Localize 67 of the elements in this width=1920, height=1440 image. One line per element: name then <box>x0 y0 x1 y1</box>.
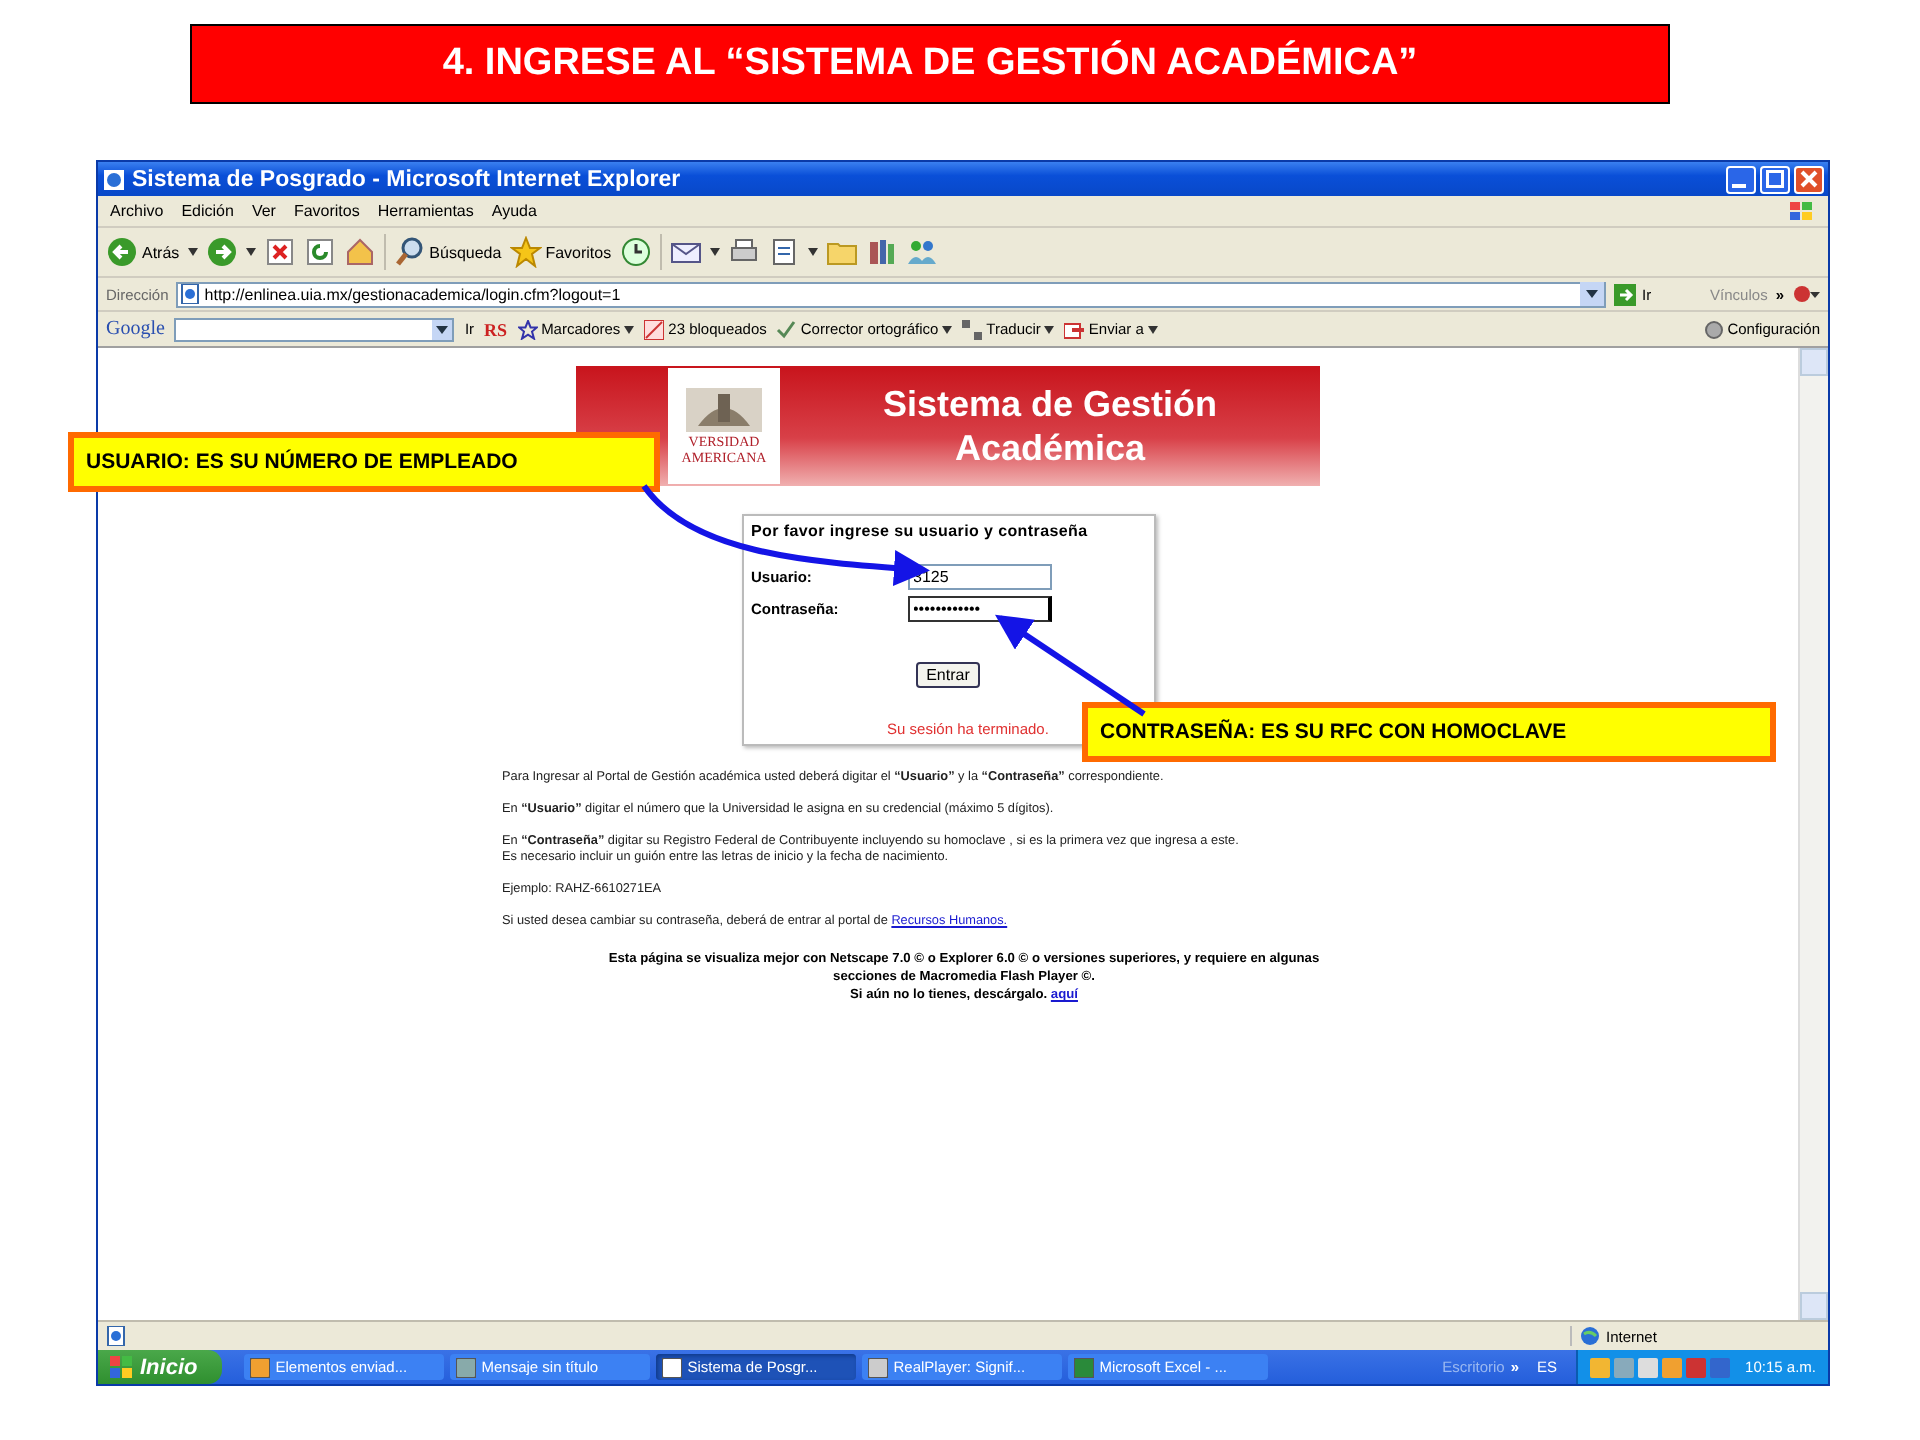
callout: USUARIO: ES SU NÚMERO DE EMPLEADO <box>68 432 660 492</box>
check-icon <box>776 319 797 339</box>
banner-title: Académica <box>954 426 1146 470</box>
address-field[interactable]: http://enlinea.uia.mx/gestionacademica/login.cfm?logout=1 <box>176 281 1607 307</box>
magnifier-icon <box>393 236 426 268</box>
windows-flag-icon <box>1788 199 1816 223</box>
dropdown-arrow-icon[interactable] <box>187 248 198 256</box>
windows-flag-icon <box>110 1356 134 1378</box>
google-logo: Google <box>106 318 165 340</box>
people-icon[interactable] <box>905 236 938 268</box>
menu-item[interactable]: Herramientas <box>377 202 474 220</box>
app-icon <box>249 1357 270 1377</box>
tray-icon[interactable] <box>1637 1357 1658 1377</box>
close-button[interactable] <box>1794 165 1824 193</box>
minimize-button[interactable] <box>1726 165 1756 193</box>
toolbar-icon[interactable] <box>1792 284 1820 304</box>
back-icon <box>106 236 138 268</box>
dropdown-arrow-icon <box>624 325 635 333</box>
search-field[interactable] <box>174 317 455 341</box>
menu-item[interactable]: Archivo <box>110 202 164 220</box>
globe-icon <box>1580 1326 1600 1346</box>
start-button[interactable]: Inicio <box>98 1350 222 1384</box>
document-icon[interactable] <box>767 236 800 268</box>
star-icon <box>517 319 538 339</box>
app-icon <box>455 1357 476 1377</box>
books-icon[interactable] <box>865 236 898 268</box>
home-icon[interactable] <box>343 236 376 268</box>
banner-title: Sistema de Gestión <box>882 382 1218 426</box>
minimize-icon <box>1732 183 1746 187</box>
toolbar-button[interactable]: RS <box>484 319 508 339</box>
back-button[interactable]: Atrás <box>106 236 180 268</box>
favorites-button[interactable]: Favoritos <box>509 236 612 268</box>
blocked-icon <box>644 319 665 339</box>
maximize-button[interactable] <box>1760 165 1790 193</box>
app-icon <box>661 1357 682 1377</box>
maximize-icon <box>1766 170 1784 188</box>
menu-item[interactable]: Edición <box>181 202 234 220</box>
dropdown-arrow-icon[interactable] <box>709 248 720 256</box>
dropdown-arrow-icon[interactable] <box>245 248 256 256</box>
dropdown-arrow-icon <box>1147 325 1158 333</box>
star-icon <box>509 236 542 268</box>
send-icon <box>1064 319 1085 339</box>
password-field[interactable]: •••••••••••• <box>907 596 1051 622</box>
slide-title: 4. INGRESE AL “SISTEMA DE GESTIÓN ACADÉMICA” <box>190 24 1670 104</box>
browser-icon <box>102 167 126 191</box>
app-icon <box>1073 1357 1094 1377</box>
submit-button[interactable]: Entrar <box>916 662 980 688</box>
page-icon <box>106 1326 126 1346</box>
callout: CONTRASEÑA: ES SU RFC CON HOMOCLAVE <box>1082 702 1776 762</box>
stop-icon[interactable] <box>263 236 296 268</box>
go-arrow-icon <box>1614 283 1637 305</box>
page-icon <box>180 284 201 304</box>
close-icon <box>1800 170 1818 188</box>
dropdown-arrow-icon <box>1044 325 1055 333</box>
dropdown-arrow-icon <box>942 325 953 333</box>
clock-icon[interactable] <box>619 236 652 268</box>
menu-item[interactable]: Ver <box>251 202 276 220</box>
menu-item[interactable]: Favoritos <box>293 202 360 220</box>
refresh-icon[interactable] <box>303 236 336 268</box>
forward-icon[interactable] <box>205 236 238 268</box>
dropdown-arrow-icon[interactable] <box>807 248 818 256</box>
search-button[interactable]: Búsqueda <box>393 236 502 268</box>
menu-item[interactable]: Ayuda <box>491 202 537 220</box>
login-heading: Por favor ingrese su usuario y contraseña <box>751 522 1090 540</box>
app-icon <box>867 1357 888 1377</box>
window-title: Sistema de Posgrado - Microsoft Internet Explorer <box>132 167 681 191</box>
dropdown-arrow-icon[interactable] <box>432 319 453 339</box>
